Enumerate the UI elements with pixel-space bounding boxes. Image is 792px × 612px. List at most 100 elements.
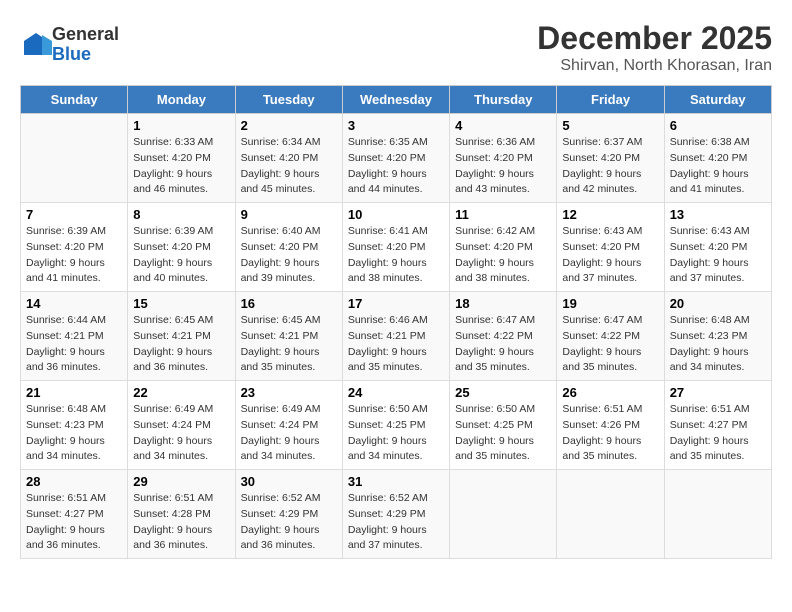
day-number: 25 <box>455 385 551 400</box>
calendar-cell: 1Sunrise: 6:33 AM Sunset: 4:20 PM Daylig… <box>128 114 235 203</box>
calendar-cell <box>21 114 128 203</box>
day-number: 18 <box>455 296 551 311</box>
calendar-cell: 31 Sunrise: 6:52 AM Sunset: 4:29 PM Dayli… <box>342 470 449 559</box>
calendar-cell: 17 Sunrise: 6:46 AM Sunset: 4:21 PM Dayli… <box>342 292 449 381</box>
day-number: 22 <box>133 385 229 400</box>
day-number: 21 <box>26 385 122 400</box>
day-number: 24 <box>348 385 444 400</box>
day-info: Sunrise: 6:49 AM Sunset: 4:24 PM Dayligh… <box>133 402 229 465</box>
logo-icon <box>20 29 52 61</box>
logo-text: General Blue <box>52 25 119 65</box>
day-number: 14 <box>26 296 122 311</box>
day-info: Sunrise: 6:52 AM Sunset: 4:29 PM Dayligh… <box>241 491 337 554</box>
day-info: Sunrise: 6:43 AM Sunset: 4:20 PM Dayligh… <box>562 224 658 287</box>
calendar-cell: 26Sunrise: 6:51 AM Sunset: 4:26 PM Dayli… <box>557 381 664 470</box>
header-day-saturday: Saturday <box>664 86 771 114</box>
day-number: 28 <box>26 474 122 489</box>
logo-blue: Blue <box>52 45 119 65</box>
page-header: General Blue December 2025 Shirvan, Nort… <box>20 20 772 75</box>
week-row-3: 14 Sunrise: 6:44 AM Sunset: 4:21 PM Dayli… <box>21 292 772 381</box>
header-day-thursday: Thursday <box>450 86 557 114</box>
day-info: Sunrise: 6:45 AM Sunset: 4:21 PM Dayligh… <box>133 313 229 376</box>
day-number: 2 <box>241 118 337 133</box>
header-day-monday: Monday <box>128 86 235 114</box>
day-info: Sunrise: 6:52 AM Sunset: 4:29 PM Dayligh… <box>348 491 444 554</box>
calendar-cell: 28 Sunrise: 6:51 AM Sunset: 4:27 PM Dayli… <box>21 470 128 559</box>
day-info: Sunrise: 6:51 AM Sunset: 4:27 PM Dayligh… <box>670 402 766 465</box>
header-day-friday: Friday <box>557 86 664 114</box>
day-number: 4 <box>455 118 551 133</box>
day-number: 7 <box>26 207 122 222</box>
day-info: Sunrise: 6:46 AM Sunset: 4:21 PM Dayligh… <box>348 313 444 376</box>
day-number: 16 <box>241 296 337 311</box>
day-info: Sunrise: 6:47 AM Sunset: 4:22 PM Dayligh… <box>455 313 551 376</box>
calendar-cell: 27Sunrise: 6:51 AM Sunset: 4:27 PM Dayli… <box>664 381 771 470</box>
week-row-1: 1Sunrise: 6:33 AM Sunset: 4:20 PM Daylig… <box>21 114 772 203</box>
day-number: 15 <box>133 296 229 311</box>
day-info: Sunrise: 6:36 AM Sunset: 4:20 PM Dayligh… <box>455 135 551 198</box>
day-info: Sunrise: 6:39 AM Sunset: 4:20 PM Dayligh… <box>26 224 122 287</box>
day-info: Sunrise: 6:43 AM Sunset: 4:20 PM Dayligh… <box>670 224 766 287</box>
day-number: 17 <box>348 296 444 311</box>
day-number: 23 <box>241 385 337 400</box>
calendar-cell: 30 Sunrise: 6:52 AM Sunset: 4:29 PM Dayli… <box>235 470 342 559</box>
week-row-2: 7 Sunrise: 6:39 AM Sunset: 4:20 PM Daylig… <box>21 203 772 292</box>
page-title: December 2025 <box>537 20 772 57</box>
header-day-sunday: Sunday <box>21 86 128 114</box>
day-info: Sunrise: 6:34 AM Sunset: 4:20 PM Dayligh… <box>241 135 337 198</box>
calendar-body: 1Sunrise: 6:33 AM Sunset: 4:20 PM Daylig… <box>21 114 772 559</box>
day-number: 5 <box>562 118 658 133</box>
day-number: 20 <box>670 296 766 311</box>
calendar-cell: 16Sunrise: 6:45 AM Sunset: 4:21 PM Dayli… <box>235 292 342 381</box>
calendar-cell: 11 Sunrise: 6:42 AM Sunset: 4:20 PM Dayli… <box>450 203 557 292</box>
day-info: Sunrise: 6:51 AM Sunset: 4:28 PM Dayligh… <box>133 491 229 554</box>
calendar-cell: 2 Sunrise: 6:34 AM Sunset: 4:20 PM Daylig… <box>235 114 342 203</box>
day-info: Sunrise: 6:51 AM Sunset: 4:27 PM Dayligh… <box>26 491 122 554</box>
calendar-cell: 10Sunrise: 6:41 AM Sunset: 4:20 PM Dayli… <box>342 203 449 292</box>
calendar-cell: 25 Sunrise: 6:50 AM Sunset: 4:25 PM Dayli… <box>450 381 557 470</box>
week-row-5: 28 Sunrise: 6:51 AM Sunset: 4:27 PM Dayli… <box>21 470 772 559</box>
header-day-tuesday: Tuesday <box>235 86 342 114</box>
header-day-wednesday: Wednesday <box>342 86 449 114</box>
day-info: Sunrise: 6:48 AM Sunset: 4:23 PM Dayligh… <box>26 402 122 465</box>
calendar-cell: 6Sunrise: 6:38 AM Sunset: 4:20 PM Daylig… <box>664 114 771 203</box>
day-info: Sunrise: 6:50 AM Sunset: 4:25 PM Dayligh… <box>348 402 444 465</box>
calendar-table: SundayMondayTuesdayWednesdayThursdayFrid… <box>20 85 772 559</box>
day-number: 19 <box>562 296 658 311</box>
day-number: 31 <box>348 474 444 489</box>
day-number: 30 <box>241 474 337 489</box>
day-info: Sunrise: 6:50 AM Sunset: 4:25 PM Dayligh… <box>455 402 551 465</box>
day-info: Sunrise: 6:33 AM Sunset: 4:20 PM Dayligh… <box>133 135 229 198</box>
calendar-cell: 24 Sunrise: 6:50 AM Sunset: 4:25 PM Dayli… <box>342 381 449 470</box>
calendar-cell: 20 Sunrise: 6:48 AM Sunset: 4:23 PM Dayli… <box>664 292 771 381</box>
day-info: Sunrise: 6:37 AM Sunset: 4:20 PM Dayligh… <box>562 135 658 198</box>
page-subtitle: Shirvan, North Khorasan, Iran <box>537 57 772 75</box>
day-info: Sunrise: 6:41 AM Sunset: 4:20 PM Dayligh… <box>348 224 444 287</box>
calendar-cell: 18 Sunrise: 6:47 AM Sunset: 4:22 PM Dayli… <box>450 292 557 381</box>
calendar-cell: 13Sunrise: 6:43 AM Sunset: 4:20 PM Dayli… <box>664 203 771 292</box>
calendar-cell: 22 Sunrise: 6:49 AM Sunset: 4:24 PM Dayli… <box>128 381 235 470</box>
day-info: Sunrise: 6:39 AM Sunset: 4:20 PM Dayligh… <box>133 224 229 287</box>
calendar-cell: 5 Sunrise: 6:37 AM Sunset: 4:20 PM Daylig… <box>557 114 664 203</box>
day-number: 11 <box>455 207 551 222</box>
day-number: 12 <box>562 207 658 222</box>
calendar-cell: 21 Sunrise: 6:48 AM Sunset: 4:23 PM Dayli… <box>21 381 128 470</box>
day-number: 3 <box>348 118 444 133</box>
logo-general: General <box>52 25 119 45</box>
calendar-header: SundayMondayTuesdayWednesdayThursdayFrid… <box>21 86 772 114</box>
calendar-cell: 4 Sunrise: 6:36 AM Sunset: 4:20 PM Daylig… <box>450 114 557 203</box>
day-info: Sunrise: 6:44 AM Sunset: 4:21 PM Dayligh… <box>26 313 122 376</box>
calendar-cell: 29 Sunrise: 6:51 AM Sunset: 4:28 PM Dayli… <box>128 470 235 559</box>
day-info: Sunrise: 6:35 AM Sunset: 4:20 PM Dayligh… <box>348 135 444 198</box>
calendar-cell: 9 Sunrise: 6:40 AM Sunset: 4:20 PM Daylig… <box>235 203 342 292</box>
logo: General Blue <box>20 25 119 65</box>
calendar-cell <box>557 470 664 559</box>
day-info: Sunrise: 6:40 AM Sunset: 4:20 PM Dayligh… <box>241 224 337 287</box>
day-info: Sunrise: 6:48 AM Sunset: 4:23 PM Dayligh… <box>670 313 766 376</box>
day-info: Sunrise: 6:38 AM Sunset: 4:20 PM Dayligh… <box>670 135 766 198</box>
day-number: 29 <box>133 474 229 489</box>
day-info: Sunrise: 6:49 AM Sunset: 4:24 PM Dayligh… <box>241 402 337 465</box>
day-info: Sunrise: 6:42 AM Sunset: 4:20 PM Dayligh… <box>455 224 551 287</box>
header-row: SundayMondayTuesdayWednesdayThursdayFrid… <box>21 86 772 114</box>
day-number: 9 <box>241 207 337 222</box>
